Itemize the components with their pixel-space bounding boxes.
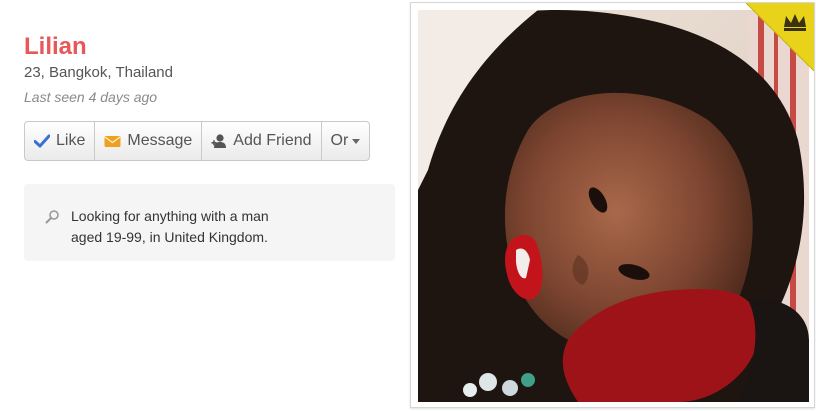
last-seen-status: Last seen 4 days ago <box>24 89 158 105</box>
message-button[interactable]: Message <box>95 122 203 160</box>
chevron-down-icon <box>352 138 361 144</box>
like-label: Like <box>56 132 86 149</box>
profile-photo-frame <box>410 2 815 408</box>
message-label: Message <box>127 132 193 149</box>
checkmark-icon <box>34 134 50 148</box>
or-label: Or <box>330 132 349 149</box>
looking-for-box: Looking for anything with a man aged 19-… <box>24 184 395 261</box>
like-button[interactable]: Like <box>25 122 96 160</box>
search-icon <box>45 209 60 229</box>
add-friend-button[interactable]: Add Friend <box>202 122 322 160</box>
looking-for-text: Looking for anything with a man aged 19-… <box>71 208 269 245</box>
profile-location: 23, Bangkok, Thailand <box>24 64 173 81</box>
profile-name: Lilian <box>24 33 87 60</box>
add-friend-label: Add Friend <box>233 132 312 149</box>
profile-actions: Like Message Add Friend Or <box>24 121 371 161</box>
envelope-icon <box>104 135 121 148</box>
profile-page: Lilian 23, Bangkok, Thailand Last seen 4… <box>0 0 816 411</box>
premium-badge <box>745 2 815 72</box>
person-add-icon <box>211 133 227 149</box>
or-dropdown-button[interactable]: Or <box>322 122 370 160</box>
